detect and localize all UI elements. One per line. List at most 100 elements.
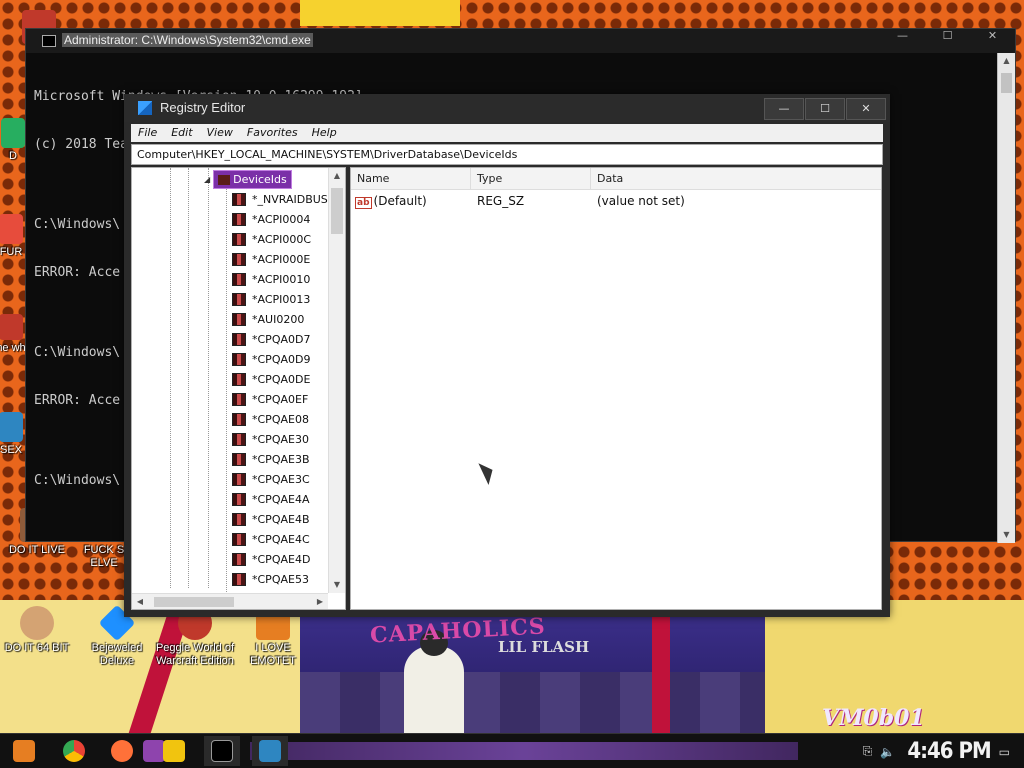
tree-node[interactable]: *ACPI0013 [232,289,328,309]
chrome-icon [63,740,85,762]
expand-arrow-icon[interactable]: ◢ [204,175,210,184]
scroll-up-icon[interactable]: ▲ [998,53,1015,69]
tree-node[interactable]: *CPQAE3B [232,449,328,469]
tree-node[interactable]: *CPQAE4D [232,549,328,569]
tree-node[interactable]: *CPQAE3C [232,469,328,489]
tree-node[interactable]: *CPQAE08 [232,409,328,429]
key-icon [232,192,246,206]
regedit-icon [138,101,152,115]
close-button[interactable]: ✕ [970,29,1015,53]
app-icon [20,606,54,640]
app-icon [1,118,25,148]
regedit-icon [259,740,281,762]
desktop-icon-do-it-64-bit[interactable]: DO IT 64 BIT [2,606,72,655]
key-icon [232,332,246,346]
tree-node[interactable]: *CPQAE4A [232,489,328,509]
network-icon[interactable]: ⎘ [863,744,873,759]
tree-node[interactable]: *CPQA0D7 [232,329,328,349]
minimize-button[interactable]: — [764,98,804,120]
cmd-icon [211,740,233,762]
scroll-up-icon[interactable]: ▲ [329,168,345,184]
string-value-icon: ab [355,196,372,209]
tree-node[interactable]: *CPQAE4C [232,529,328,549]
menu-edit[interactable]: Edit [164,124,199,142]
regedit-titlebar[interactable]: Registry Editor — ☐ ✕ [124,94,890,122]
key-icon [232,532,246,546]
key-icon [232,492,246,506]
key-icon [232,312,246,326]
taskbar-cmd[interactable] [204,736,240,766]
tree-node[interactable]: *ACPI000C [232,229,328,249]
regedit-title: Registry Editor [160,100,246,115]
column-type[interactable]: Type [471,168,591,189]
taskbar-chrome[interactable] [58,736,90,766]
key-icon [232,292,246,306]
volume-icon[interactable]: 🔈 [880,745,895,759]
start-button[interactable] [8,736,40,766]
tree-node[interactable]: *CPQA0D9 [232,349,328,369]
tree-node[interactable]: *ACPI000E [232,249,328,269]
scroll-thumb[interactable] [154,597,234,607]
column-name[interactable]: Name [351,168,471,189]
folder-icon [218,174,231,185]
app-icon [0,412,23,442]
key-icon [232,452,246,466]
registry-editor-window[interactable]: Registry Editor — ☐ ✕ File Edit View Fav… [124,94,890,617]
selected-key-label: DeviceIds [233,173,287,186]
wallpaper-art-top [300,0,460,26]
app-icon [0,314,23,340]
wallpaper-poster: CAPAHOLICS LIL FLASH [300,612,765,738]
clock[interactable]: 4:46 PM [907,739,991,764]
close-button[interactable]: ✕ [846,98,886,120]
menu-file[interactable]: File [131,124,164,142]
key-icon [232,392,246,406]
maximize-button[interactable]: ☐ [805,98,845,120]
notifications-icon[interactable]: ▭ [999,745,1010,759]
tree-node[interactable]: *CPQA0EF [232,389,328,409]
scroll-down-icon[interactable]: ▼ [329,577,345,593]
menu-help[interactable]: Help [305,124,344,142]
scroll-thumb[interactable] [331,188,343,234]
menu-favorites[interactable]: Favorites [240,124,305,142]
tree-vertical-scrollbar[interactable]: ▲ ▼ [328,168,345,593]
key-icon [232,472,246,486]
scroll-left-icon[interactable]: ◀ [132,594,148,609]
tree-node[interactable]: *ACPI0010 [232,269,328,289]
key-tree[interactable]: ◢ DeviceIds *_NVRAIDBUS *ACPI0004 *ACPI0… [131,167,346,610]
tree-node[interactable]: *CPQA0DE [232,369,328,389]
tree-node[interactable]: *CPQAE4B [232,509,328,529]
cmd-titlebar[interactable]: Administrator: C:\Windows\System32\cmd.e… [26,29,1015,53]
tree-node[interactable]: *CPQAE30 [232,429,328,449]
key-icon [232,512,246,526]
tree-horizontal-scrollbar[interactable]: ◀ ▶ [132,593,328,609]
scroll-down-icon[interactable]: ▼ [998,527,1015,543]
minimize-button[interactable]: — [880,29,925,53]
column-data[interactable]: Data [591,168,881,189]
tree-node[interactable]: *ACPI0004 [232,209,328,229]
value-row[interactable]: ab (Default) REG_SZ (value not set) [351,190,881,212]
key-icon [232,372,246,386]
poster-subtitle: LIL FLASH [498,638,590,656]
firefox-icon [111,740,133,762]
values-pane[interactable]: Name Type Data ab (Default) REG_SZ (value… [350,167,882,610]
tree-node-selected[interactable]: ◢ DeviceIds [204,170,292,189]
taskbar-regedit[interactable] [252,736,288,766]
scroll-right-icon[interactable]: ▶ [312,594,328,609]
tree-node[interactable]: *CPQAE53 [232,569,328,589]
folder-icon [163,740,185,762]
maximize-button[interactable]: ☐ [925,29,970,53]
key-icon [232,232,246,246]
cmd-scrollbar[interactable]: ▲ ▼ [997,53,1015,543]
tree-node[interactable]: *_NVRAIDBUS [232,189,328,209]
taskbar-firefox[interactable] [106,736,138,766]
key-icon [232,252,246,266]
menu-bar: File Edit View Favorites Help [131,124,883,142]
address-bar[interactable]: Computer\HKEY_LOCAL_MACHINE\SYSTEM\Drive… [131,144,883,165]
scroll-thumb[interactable] [1001,73,1012,93]
menu-view[interactable]: View [200,124,240,142]
tree-node[interactable]: *AUI0200 [232,309,328,329]
values-header: Name Type Data [351,168,881,190]
taskbar-explorer[interactable] [158,736,190,766]
system-tray: ⎘ 🔈 4:46 PM ▭ [863,734,1024,768]
key-icon [232,432,246,446]
